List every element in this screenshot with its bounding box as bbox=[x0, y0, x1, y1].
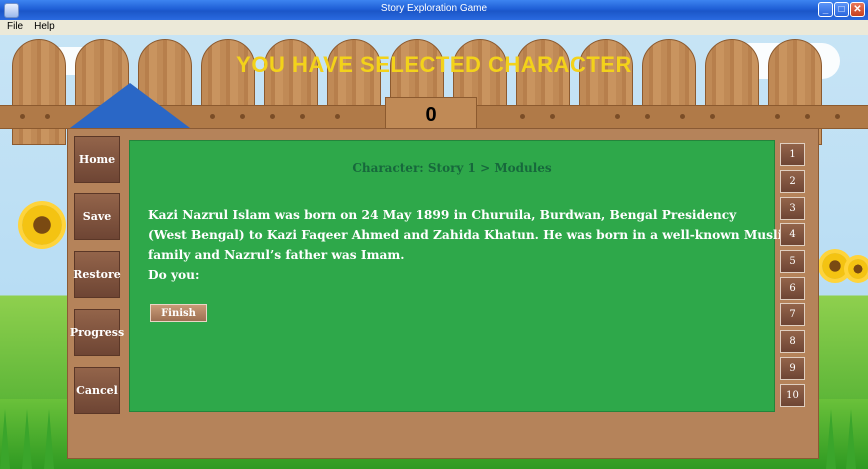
game-scene: YOU HAVE SELECTED CHARACTER 0 Home Save … bbox=[0, 35, 868, 469]
selected-character-headline: YOU HAVE SELECTED CHARACTER bbox=[236, 52, 632, 77]
grass-blade bbox=[22, 409, 32, 469]
save-button[interactable]: Save bbox=[74, 193, 120, 240]
grass-blade bbox=[0, 339, 10, 469]
nail bbox=[240, 114, 245, 119]
page-button-7[interactable]: 7 bbox=[780, 303, 805, 326]
nail bbox=[520, 114, 525, 119]
nail bbox=[20, 114, 25, 119]
score-value: 0 bbox=[425, 104, 437, 126]
page-button-8[interactable]: 8 bbox=[780, 330, 805, 353]
menu-bar: File Help bbox=[0, 20, 868, 35]
story-panel: Character: Story 1 > Modules Kazi Nazrul… bbox=[129, 140, 796, 412]
page-button-9[interactable]: 9 bbox=[780, 357, 805, 380]
nail bbox=[835, 114, 840, 119]
page-button-10[interactable]: 10 bbox=[780, 384, 805, 407]
page-button-5[interactable]: 5 bbox=[780, 250, 805, 273]
nail bbox=[300, 114, 305, 119]
nail bbox=[45, 114, 50, 119]
story-line: family and Nazrul’s father was Imam. bbox=[148, 248, 405, 262]
house-roof bbox=[70, 83, 190, 128]
story-question: Do you: bbox=[148, 268, 200, 282]
nail bbox=[550, 114, 555, 119]
main-panel: Home Save Restore Progress Cancel Charac… bbox=[67, 128, 819, 459]
menu-help[interactable]: Help bbox=[27, 20, 59, 32]
story-line: (West Bengal) to Kazi Faqeer Ahmed and Z… bbox=[148, 228, 796, 242]
sunflower-icon bbox=[22, 205, 62, 245]
nail bbox=[680, 114, 685, 119]
sunflower-icon bbox=[822, 253, 848, 279]
page-button-4[interactable]: 4 bbox=[780, 223, 805, 246]
nail bbox=[645, 114, 650, 119]
story-line: Kazi Nazrul Islam was born on 24 May 189… bbox=[148, 208, 737, 222]
close-button[interactable]: ✕ bbox=[850, 2, 865, 17]
grass-blade bbox=[826, 409, 836, 469]
finish-button[interactable]: Finish bbox=[150, 304, 207, 322]
grass-blade bbox=[44, 409, 54, 469]
grass-blade bbox=[846, 409, 856, 469]
window-title: Story Exploration Game bbox=[380, 3, 488, 14]
menu-file[interactable]: File bbox=[0, 20, 27, 32]
cancel-button[interactable]: Cancel bbox=[74, 367, 120, 414]
nail bbox=[805, 114, 810, 119]
page-button-6[interactable]: 6 bbox=[780, 277, 805, 300]
page-button-1[interactable]: 1 bbox=[780, 143, 805, 166]
page-button-2[interactable]: 2 bbox=[780, 170, 805, 193]
story-text: Kazi Nazrul Islam was born on 24 May 189… bbox=[148, 205, 796, 285]
nail bbox=[615, 114, 620, 119]
maximize-button[interactable]: □ bbox=[834, 2, 849, 17]
nail bbox=[335, 114, 340, 119]
sunflower-icon bbox=[848, 259, 868, 279]
home-button[interactable]: Home bbox=[74, 136, 120, 183]
minimize-button[interactable]: _ bbox=[818, 2, 833, 17]
title-bar: Story Exploration Game _ □ ✕ bbox=[0, 0, 868, 21]
nail bbox=[710, 114, 715, 119]
page-button-3[interactable]: 3 bbox=[780, 197, 805, 220]
nail bbox=[775, 114, 780, 119]
progress-button[interactable]: Progress bbox=[70, 309, 124, 356]
module-title: Character: Story 1 > Modules bbox=[352, 161, 552, 175]
restore-button[interactable]: Restore bbox=[73, 251, 121, 298]
nail bbox=[210, 114, 215, 119]
nail bbox=[270, 114, 275, 119]
